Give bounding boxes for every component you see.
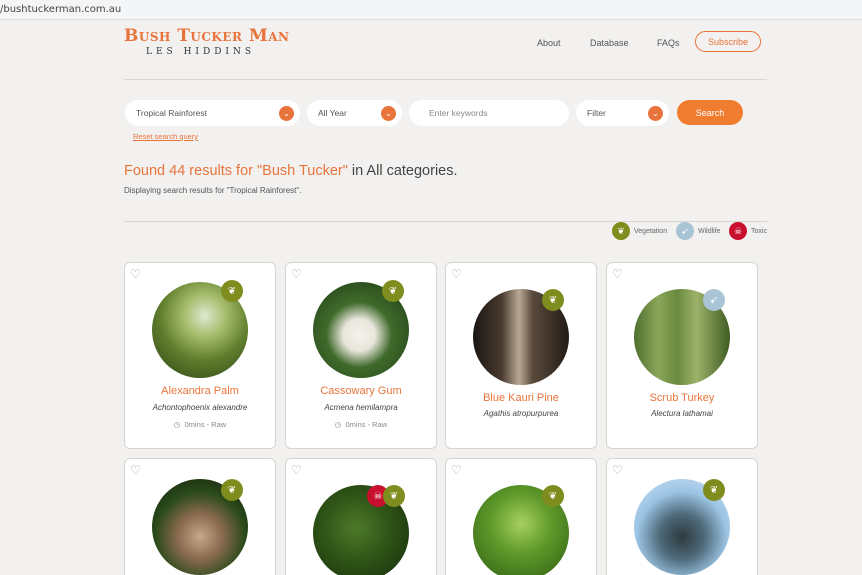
chevron-down-icon: ⌄ <box>648 106 663 121</box>
bird-icon: ➹ <box>703 289 725 311</box>
reset-search-link[interactable]: Reset search query <box>133 132 198 141</box>
logo-subtitle: LES HIDDINS <box>146 47 256 57</box>
site-logo[interactable]: Bush Tucker Man LES HIDDINS <box>124 26 290 57</box>
item-scientific-name: Alectura lathamai <box>651 409 713 418</box>
logo-title: Bush Tucker Man <box>124 26 290 46</box>
item-name[interactable]: Alexandra Palm <box>125 385 275 397</box>
item-scientific-name: Achontophoenix alexandre <box>152 403 248 412</box>
heart-icon[interactable]: ♡ <box>130 267 141 281</box>
clock-icon: ◷ <box>173 420 181 429</box>
legend-label: Vegetation <box>634 227 668 235</box>
filter-select[interactable]: Filter ⌄ <box>576 100 669 126</box>
legend-label: Wildlife <box>698 227 721 235</box>
results-suffix: in All categories. <box>347 163 458 179</box>
leaf-icon: ❦ <box>382 280 404 302</box>
nav-database[interactable]: Database <box>590 38 629 48</box>
leaf-icon: ❦ <box>383 485 405 507</box>
heart-icon[interactable]: ♡ <box>291 267 302 281</box>
filter-select-value: Filter <box>587 108 606 118</box>
heart-icon[interactable]: ♡ <box>451 267 462 281</box>
leaf-icon: ❦ <box>221 280 243 302</box>
bird-icon: ➹ <box>676 222 694 240</box>
leaf-icon: ❦ <box>612 222 630 240</box>
nav-about[interactable]: About <box>537 38 561 48</box>
results-heading: Found 44 results for "Bush Tucker" in Al… <box>124 163 458 179</box>
legend-vegetation[interactable]: ❦ Vegetation <box>612 222 667 240</box>
result-card[interactable]: ♡ ❦ Blue Kauri Pine Agathis atropurpurea <box>445 262 597 449</box>
result-card[interactable]: ♡ ❦ Alexandra Palm Achontophoenix alexan… <box>124 262 276 449</box>
search-button[interactable]: Search <box>677 100 743 125</box>
browser-url-bar[interactable]: /bushtuckerman.com.au <box>0 0 862 20</box>
leaf-icon: ❦ <box>542 485 564 507</box>
results-note: Displaying search results for "Tropical … <box>124 186 302 195</box>
result-card[interactable]: ♡ ☠ ❦ <box>285 458 437 575</box>
nav-faqs[interactable]: FAQs <box>657 38 680 48</box>
item-scientific-name: Acmena hemilampra <box>324 403 398 412</box>
item-meta-text: 0mins - Raw <box>345 420 388 429</box>
legend-wildlife[interactable]: ➹ Wildlife <box>676 222 721 240</box>
item-meta: ◷ 0mins - Raw <box>286 420 436 429</box>
chevron-down-icon: ⌄ <box>381 106 396 121</box>
item-name[interactable]: Cassowary Gum <box>286 385 436 397</box>
results-prefix: Found 44 results for <box>124 163 257 179</box>
heart-icon[interactable]: ♡ <box>612 267 623 281</box>
results-query: "Bush Tucker" <box>257 163 348 179</box>
leaf-icon: ❦ <box>542 289 564 311</box>
skull-icon: ☠ <box>729 222 747 240</box>
item-meta-text: 0mins - Raw <box>184 420 227 429</box>
item-meta: ◷ 0mins - Raw <box>125 420 275 429</box>
heart-icon[interactable]: ♡ <box>291 463 302 477</box>
season-select[interactable]: All Year ⌄ <box>307 100 402 126</box>
result-card[interactable]: ♡ ❦ Cassowary Gum Acmena hemilampra ◷ 0m… <box>285 262 437 449</box>
results-divider <box>124 221 767 222</box>
heart-icon[interactable]: ♡ <box>451 463 462 477</box>
header-divider <box>124 79 767 80</box>
result-card[interactable]: ♡ ❦ <box>606 458 758 575</box>
heart-icon[interactable]: ♡ <box>612 463 623 477</box>
leaf-icon: ❦ <box>703 479 725 501</box>
result-card[interactable]: ♡ ❦ <box>445 458 597 575</box>
heart-icon[interactable]: ♡ <box>130 463 141 477</box>
item-name[interactable]: Scrub Turkey <box>607 392 757 404</box>
region-select-value: Tropical Rainforest <box>136 108 208 118</box>
clock-icon: ◷ <box>334 420 342 429</box>
keywords-input[interactable]: Enter keywords <box>409 100 569 126</box>
item-name[interactable]: Blue Kauri Pine <box>446 392 596 404</box>
chevron-down-icon: ⌄ <box>279 106 294 121</box>
item-scientific-name: Agathis atropurpurea <box>483 409 559 418</box>
result-card[interactable]: ♡ ❦ <box>124 458 276 575</box>
season-select-value: All Year <box>318 108 347 118</box>
result-card[interactable]: ♡ ➹ Scrub Turkey Alectura lathamai <box>606 262 758 449</box>
leaf-icon: ❦ <box>221 479 243 501</box>
legend-toxic[interactable]: ☠ Toxic <box>729 222 767 240</box>
region-select[interactable]: Tropical Rainforest ⌄ <box>125 100 300 126</box>
legend-label: Toxic <box>751 227 767 235</box>
subscribe-button[interactable]: Subscribe <box>695 31 761 52</box>
